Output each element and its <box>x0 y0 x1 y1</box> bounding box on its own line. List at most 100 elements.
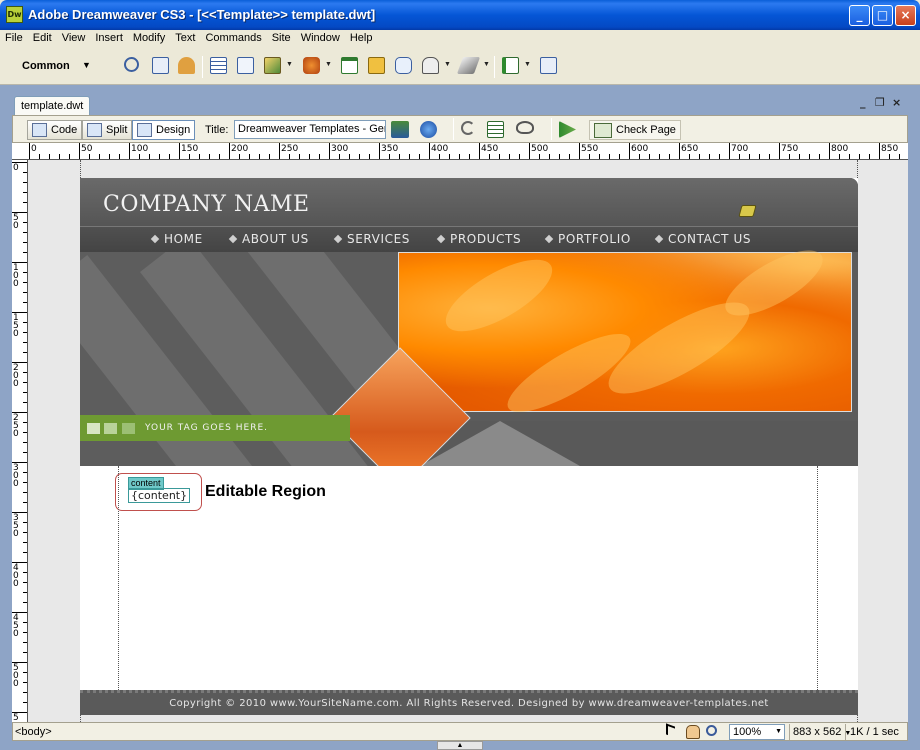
chevron-down-icon: ▼ <box>775 728 782 735</box>
collapse-panel-button[interactable]: ▲ <box>437 741 483 750</box>
insert-category-menu[interactable]: Common <box>22 60 70 72</box>
media-icon[interactable] <box>303 57 320 74</box>
bullet-diamond-icon <box>228 234 238 244</box>
ruler-label: 0 <box>13 163 19 173</box>
ruler-label: 650 <box>681 144 699 154</box>
ruler-label: 50 <box>13 213 19 231</box>
named-anchor-icon[interactable] <box>178 57 195 74</box>
table-icon[interactable] <box>210 57 227 74</box>
editable-region-caption[interactable]: Editable Region <box>205 483 326 501</box>
file-management-icon[interactable] <box>391 121 409 138</box>
ruler-label: 300 <box>331 144 349 154</box>
menu-text[interactable]: Text <box>170 30 200 44</box>
validate-markup-icon[interactable] <box>559 121 576 138</box>
ruler-label: 750 <box>781 144 799 154</box>
ruler-label: 350 <box>381 144 399 154</box>
ruler-label: 50 <box>81 144 93 154</box>
view-options-icon[interactable] <box>487 121 504 138</box>
footer-copyright[interactable]: Copyright © 2010 www.YourSiteName.com. A… <box>80 698 858 709</box>
menu-bar: File Edit View Insert Modify Text Commands Site… <box>0 30 920 48</box>
template-page[interactable]: COMPANY NAME HOME ABOUT US SERVICES PROD… <box>80 178 858 715</box>
check-page-button[interactable]: Check Page <box>589 120 681 140</box>
visual-aids-icon[interactable] <box>516 121 534 134</box>
insert-div-icon[interactable] <box>237 57 254 74</box>
server-side-include-icon[interactable] <box>368 57 385 74</box>
tag-chooser-icon[interactable] <box>540 57 557 74</box>
ruler-label: 150 <box>13 313 19 339</box>
design-canvas[interactable]: COMPANY NAME HOME ABOUT US SERVICES PROD… <box>28 160 908 722</box>
bullet-diamond-icon <box>436 234 446 244</box>
ruler-label: 150 <box>181 144 199 154</box>
document-minimize-button[interactable]: _ <box>860 96 866 109</box>
bullet-diamond-icon <box>150 234 160 244</box>
ruler-label: 350 <box>13 513 19 539</box>
ruler-label: 500 <box>531 144 549 154</box>
nav-contact-us[interactable]: CONTACT US <box>654 232 751 246</box>
menu-modify[interactable]: Modify <box>128 30 170 44</box>
hand-tool-icon[interactable] <box>686 725 700 739</box>
ruler-label: 0 <box>31 144 37 154</box>
window-title-bar[interactable]: Dw Adobe Dreamweaver CS3 - [<<Template>>… <box>0 0 920 30</box>
split-view-label: Split <box>106 124 128 136</box>
menu-view[interactable]: View <box>57 30 91 44</box>
ruler-label: 400 <box>13 563 19 589</box>
editable-region-placeholder[interactable]: {content} <box>128 488 191 503</box>
ruler-label: 550 <box>581 144 599 154</box>
menu-insert[interactable]: Insert <box>90 30 128 44</box>
close-button[interactable]: × <box>895 5 916 26</box>
menu-file[interactable]: File <box>0 30 28 44</box>
nav-about-us[interactable]: ABOUT US <box>228 232 309 246</box>
design-view-button[interactable]: Design <box>132 120 196 140</box>
script-icon[interactable] <box>456 57 481 74</box>
preview-in-browser-icon[interactable] <box>420 121 437 138</box>
tag-selector[interactable]: <body> <box>15 726 52 738</box>
check-page-label: Check Page <box>616 124 676 136</box>
document-restore-button[interactable]: ❐ <box>875 96 885 109</box>
nav-home[interactable]: HOME <box>150 232 203 246</box>
menu-window[interactable]: Window <box>296 30 345 44</box>
comment-icon[interactable] <box>395 57 412 74</box>
maximize-button[interactable]: □ <box>872 5 893 26</box>
menu-help[interactable]: Help <box>345 30 378 44</box>
content-guide <box>118 466 119 690</box>
window-size-menu[interactable]: 883 x 562 ▼ <box>793 726 851 738</box>
header-flower-image[interactable] <box>398 238 852 426</box>
images-icon[interactable] <box>264 57 281 74</box>
document-close-button[interactable]: × <box>892 96 901 109</box>
document-tab[interactable]: template.dwt <box>14 96 90 115</box>
refresh-icon[interactable] <box>461 121 475 135</box>
nav-portfolio[interactable]: PORTFOLIO <box>544 232 631 246</box>
menu-edit[interactable]: Edit <box>28 30 57 44</box>
code-view-button[interactable]: Code <box>27 120 83 140</box>
site-footer[interactable]: Copyright © 2010 www.YourSiteName.com. A… <box>80 690 858 715</box>
server-behavior-icon[interactable] <box>738 205 757 217</box>
download-time: 1K / 1 sec <box>850 726 899 738</box>
email-link-icon[interactable] <box>152 57 169 74</box>
tagline[interactable]: YOUR TAG GOES HERE. <box>145 423 268 433</box>
head-icon[interactable] <box>422 57 439 74</box>
design-view-icon <box>137 123 152 137</box>
nav-products[interactable]: PRODUCTS <box>436 232 521 246</box>
ruler-label: 800 <box>831 144 849 154</box>
zoom-tool-icon[interactable] <box>706 725 717 736</box>
chevron-down-icon[interactable]: ▼ <box>82 60 91 70</box>
select-tool-icon[interactable] <box>666 723 675 738</box>
zoom-select[interactable]: 100% ▼ <box>729 724 785 740</box>
split-view-button[interactable]: Split <box>82 120 133 140</box>
nav-services[interactable]: SERVICES <box>333 232 410 246</box>
menu-site[interactable]: Site <box>267 30 296 44</box>
minimize-button[interactable]: _ <box>849 5 870 26</box>
document-title-input[interactable]: Dreamweaver Templates - Ger <box>234 120 386 139</box>
templates-icon[interactable] <box>502 57 519 74</box>
dreamweaver-app-icon[interactable]: Dw <box>6 6 23 23</box>
site-header[interactable]: COMPANY NAME HOME ABOUT US SERVICES PROD… <box>80 178 858 466</box>
ruler-label: 700 <box>731 144 749 154</box>
company-name[interactable]: COMPANY NAME <box>103 192 310 217</box>
hyperlink-icon[interactable] <box>124 57 139 72</box>
document-toolbar: Code Split Design Title: Dreamweaver Tem… <box>12 115 908 143</box>
menu-commands[interactable]: Commands <box>200 30 266 44</box>
ruler-label: 200 <box>231 144 249 154</box>
site-nav: HOME ABOUT US SERVICES PRODUCTS PORTFOLI… <box>80 226 858 252</box>
date-icon[interactable] <box>341 57 358 74</box>
window-title: Adobe Dreamweaver CS3 - [<<Template>> te… <box>28 7 376 22</box>
